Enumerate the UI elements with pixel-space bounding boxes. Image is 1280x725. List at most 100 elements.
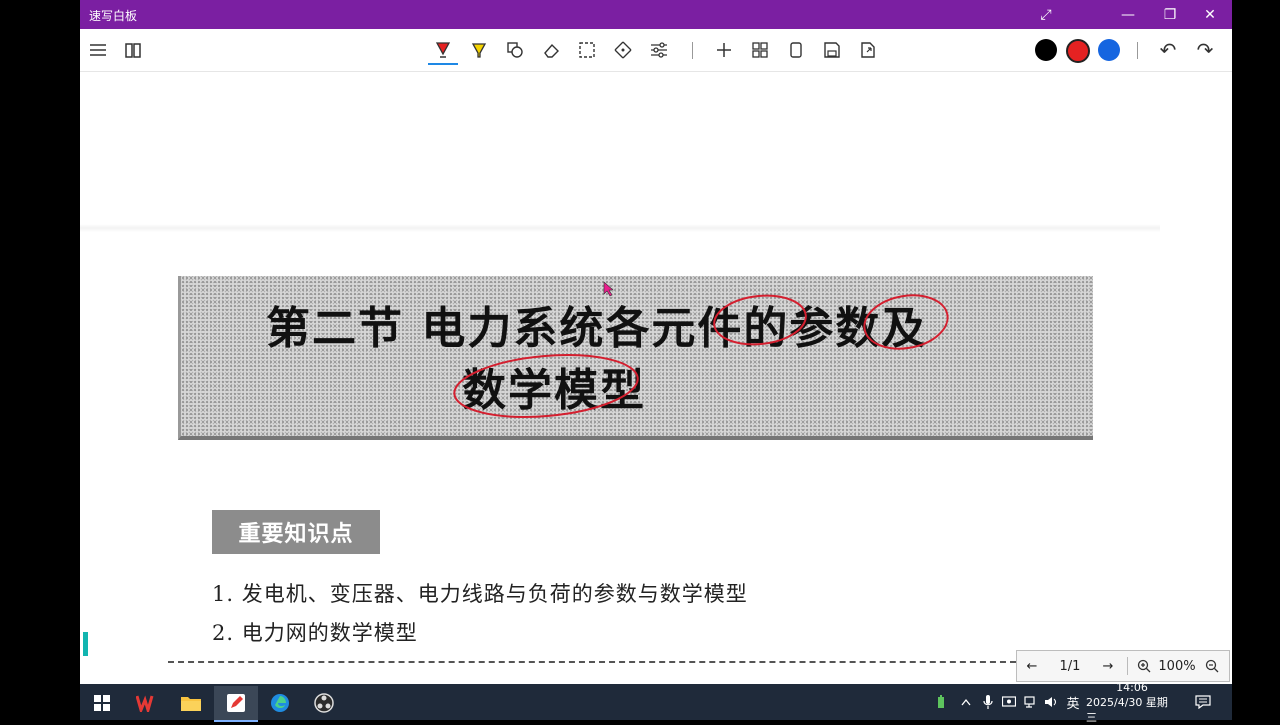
title-bar[interactable]: 速写白板 ⤢ — ❐ ✕ xyxy=(80,0,1232,29)
next-page-button[interactable]: → xyxy=(1093,651,1123,681)
battery-indicator[interactable] xyxy=(934,684,948,720)
scan-shadow xyxy=(80,224,1160,232)
input-method-indicator[interactable]: 英 xyxy=(1062,684,1084,720)
minimize-button[interactable]: — xyxy=(1108,0,1148,29)
grid-icon xyxy=(752,42,768,58)
page-indicator: 1/1 xyxy=(1059,658,1081,674)
obs-icon xyxy=(314,693,334,713)
restore-icon: ❐ xyxy=(1163,6,1177,23)
chevron-up-icon xyxy=(961,698,971,706)
menu-icon xyxy=(90,44,106,56)
taskbar-app-file-explorer[interactable] xyxy=(169,686,213,720)
zoom-level: 100% xyxy=(1158,658,1196,674)
notification-icon xyxy=(1195,695,1211,709)
page-icon xyxy=(790,42,802,58)
pen-tool-button[interactable] xyxy=(428,35,458,65)
menu-button[interactable] xyxy=(83,35,113,65)
annotation-circle-1 xyxy=(713,294,807,346)
taskbar-app-wps[interactable] xyxy=(125,686,169,720)
zoom-out-button[interactable] xyxy=(1201,651,1223,681)
eraser-icon xyxy=(544,43,559,58)
redo-button[interactable]: ↷ xyxy=(1190,35,1220,65)
taskbar-app-whiteboard[interactable] xyxy=(214,686,258,722)
device-icon xyxy=(1002,696,1016,707)
section-divider xyxy=(168,661,1016,663)
color-swatch-red[interactable] xyxy=(1066,39,1090,63)
pen-icon xyxy=(435,42,451,58)
windows-start-icon xyxy=(94,695,110,711)
edge-icon xyxy=(271,694,289,712)
fullscreen-icon: ⤢ xyxy=(1040,6,1052,23)
volume-button[interactable] xyxy=(1042,684,1060,720)
add-page-button[interactable] xyxy=(709,35,739,65)
settings-sliders-icon xyxy=(651,42,667,58)
close-icon: ✕ xyxy=(1204,6,1216,23)
side-handle[interactable] xyxy=(83,632,88,656)
undo-button[interactable]: ↶ xyxy=(1153,35,1183,65)
toolbar: ↶ ↷ xyxy=(80,29,1232,72)
battery-icon xyxy=(938,695,944,708)
tray-overflow-button[interactable] xyxy=(956,684,976,720)
windows-taskbar: 英 14:06 2025/4/30 星期三 xyxy=(80,681,1232,724)
key-points-badge: 重要知识点 xyxy=(212,510,380,554)
clock-time: 14:06 xyxy=(1116,680,1148,694)
fullscreen-button[interactable]: ⤢ xyxy=(1026,0,1066,29)
whiteboard-canvas[interactable]: 第二节 电力系统各元件的参数及 数学模型 重要知识点 1. 发电机、变压器、电力… xyxy=(80,72,1232,684)
network-icon xyxy=(1024,696,1035,708)
export-icon xyxy=(861,42,875,58)
whiteboard-window: 速写白板 ⤢ — ❐ ✕ ↶ ↷ 第二节 电力系统各元件的参数及 数学模型 重要… xyxy=(80,0,1232,684)
microphone-icon xyxy=(983,695,993,709)
red-annotations xyxy=(453,294,949,418)
color-swatch-blue[interactable] xyxy=(1098,39,1120,61)
section-banner: 第二节 电力系统各元件的参数及 数学模型 xyxy=(178,276,1093,440)
redo-icon: ↷ xyxy=(1196,38,1214,62)
page-navigator: ← 1/1 → 100% xyxy=(1016,650,1230,682)
toolbar-divider xyxy=(692,42,693,59)
prev-page-button[interactable]: ← xyxy=(1017,651,1047,681)
network-button[interactable] xyxy=(1022,684,1040,720)
toolbar-divider xyxy=(1137,42,1138,59)
select-tool-button[interactable] xyxy=(572,35,602,65)
add-icon xyxy=(717,43,731,57)
wps-icon xyxy=(136,695,154,712)
restore-button[interactable]: ❐ xyxy=(1150,0,1190,29)
eraser-tool-button[interactable] xyxy=(536,35,566,65)
taskbar-app-obs[interactable] xyxy=(302,686,346,720)
notebook-button[interactable] xyxy=(118,35,148,65)
save-button[interactable] xyxy=(817,35,847,65)
annotation-circle-3 xyxy=(453,354,639,418)
page-button[interactable] xyxy=(781,35,811,65)
file-explorer-icon xyxy=(181,697,201,711)
undo-icon: ↶ xyxy=(1159,38,1177,62)
highlighter-icon xyxy=(471,43,487,58)
arrow-right-icon: → xyxy=(1102,658,1114,674)
settings-button[interactable] xyxy=(644,35,674,65)
key-point-2: 2. 电力网的数学模型 xyxy=(212,621,418,645)
whiteboard-app-icon xyxy=(227,694,245,712)
taskbar-app-edge[interactable] xyxy=(258,686,302,720)
move-icon xyxy=(614,41,632,59)
zoom-out-icon xyxy=(1205,659,1219,673)
page-grid-button[interactable] xyxy=(745,35,775,65)
highlighter-tool-button[interactable] xyxy=(464,35,494,65)
speaker-icon xyxy=(1045,697,1057,707)
clock-date: 2025/4/30 星期三 xyxy=(1086,695,1168,724)
pager-divider xyxy=(1127,657,1128,675)
annotation-circle-2 xyxy=(863,294,949,350)
notification-center-button[interactable] xyxy=(1190,684,1216,720)
save-icon xyxy=(824,42,840,58)
zoom-in-button[interactable] xyxy=(1133,651,1155,681)
mouse-cursor-icon xyxy=(603,281,614,297)
book-icon xyxy=(125,43,141,58)
select-icon xyxy=(579,42,595,58)
export-button[interactable] xyxy=(853,35,883,65)
color-swatch-black[interactable] xyxy=(1035,39,1057,61)
window-title: 速写白板 xyxy=(89,9,138,23)
move-tool-button[interactable] xyxy=(608,35,638,65)
start-button[interactable] xyxy=(80,686,124,720)
close-button[interactable]: ✕ xyxy=(1190,0,1230,29)
shape-tool-button[interactable] xyxy=(500,35,530,65)
device-tray-button[interactable] xyxy=(1000,684,1018,720)
clock[interactable]: 14:06 2025/4/30 星期三 xyxy=(1086,681,1178,724)
microphone-button[interactable] xyxy=(980,684,996,720)
